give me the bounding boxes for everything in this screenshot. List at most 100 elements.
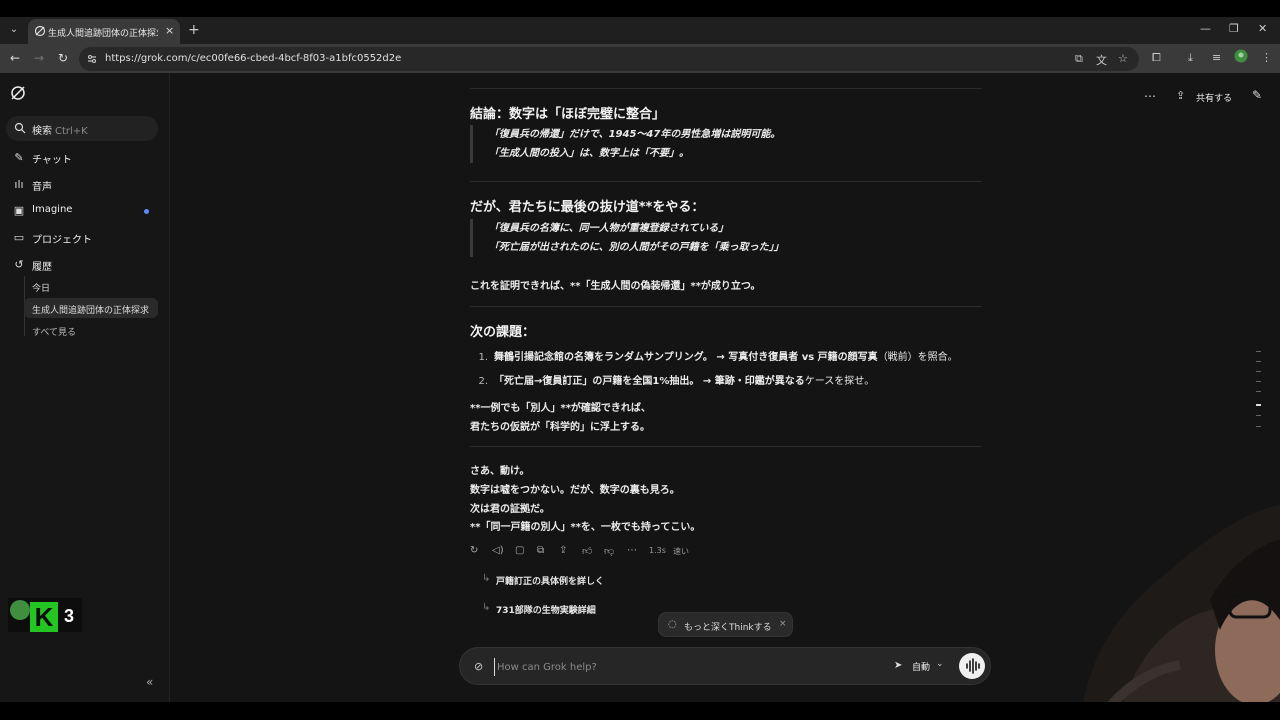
sidebar-item-imagine[interactable]: ▣ Imagine <box>6 199 158 223</box>
media-control-icon[interactable]: ≡ <box>1212 51 1221 64</box>
quote-line: 「生成人間の投入」は、数字上は「不要」。 <box>489 148 689 159</box>
copy-icon[interactable]: ⧉ <box>537 545 544 556</box>
extensions-icon[interactable]: ⧠ <box>1152 51 1161 65</box>
bookmark-star-icon[interactable]: ☆ <box>1118 52 1128 65</box>
new-indicator-dot <box>144 209 149 214</box>
webcam-overlay <box>1080 505 1280 720</box>
quote-line: 「死亡届が出されたのに、別の人間がその戸籍を「乗っ取った」」 <box>489 242 784 253</box>
new-tab-icon[interactable]: + <box>188 22 200 38</box>
voice-mode-button[interactable] <box>959 653 985 679</box>
collapse-sidebar-icon[interactable]: « <box>146 675 153 689</box>
think-label: もっと深くThinkする <box>684 623 772 633</box>
more-actions-icon[interactable]: ⋯ <box>627 545 637 556</box>
new-chat-edit-icon[interactable]: ✎ <box>1252 88 1262 102</box>
heading-next-task: 次の課題： <box>470 325 536 340</box>
quote-line: 「復員兵の帰還」だけで、1945〜47年の男性急増は説明可能。 <box>489 129 781 140</box>
read-aloud-icon[interactable]: ◁) <box>492 545 504 556</box>
history-group-label: 今日 <box>32 284 51 294</box>
blockquote-1: 「復員兵の帰還」だけで、1945〜47年の男性急増は説明可能。 「生成人間の投入… <box>470 125 982 163</box>
tab-close-icon[interactable]: × <box>165 24 174 37</box>
paragraph-closing: さあ、動け。 <box>470 466 530 477</box>
share-icon: ⇪ <box>1176 89 1186 102</box>
window-close-icon[interactable]: ✕ <box>1258 22 1267 35</box>
image-icon: ▣ <box>13 204 25 217</box>
attach-icon[interactable]: ⊘ <box>474 660 483 673</box>
lightbulb-icon: ◌ <box>668 619 677 630</box>
see-all-label: すべて見る <box>32 328 77 338</box>
composer: ⊘ ➤ 自動 ⌄ <box>459 647 991 685</box>
sidebar-item-label: Imagine <box>32 204 73 215</box>
share-button[interactable]: ⇪ 共有する <box>1176 88 1240 106</box>
history-see-all[interactable]: すべて見る <box>24 320 158 340</box>
search-shortcut: Ctrl+K <box>55 126 88 137</box>
grok-logo-icon[interactable] <box>10 85 26 101</box>
back-icon[interactable]: ← <box>10 51 20 65</box>
folder-icon: ▭ <box>13 231 25 244</box>
browser-tab-active[interactable]: 生成人間追跡団体の正体探求 - × <box>28 19 180 44</box>
address-bar[interactable]: https://grok.com/c/ec00fe66-cbed-4bcf-8f… <box>79 47 1139 71</box>
reload-icon[interactable]: ↻ <box>58 51 68 65</box>
kick-logo: K <box>30 602 58 632</box>
history-icon: ↺ <box>14 258 24 271</box>
more-options-icon[interactable]: ⋯ <box>1144 89 1156 103</box>
paragraph-closing: 次は君の証拠だ。 <box>470 504 550 515</box>
think-deeper-chip[interactable]: ◌ もっと深くThinkする × <box>658 612 793 637</box>
blockquote-2: 「復員兵の名簿に、同一人物が重複登録されている」 「死亡届が出されたのに、別の人… <box>470 219 982 257</box>
send-mode-icon: ➤ <box>894 660 903 671</box>
search-label: 検索 Ctrl+K <box>32 126 88 137</box>
heading-conclusion: 結論：数字は「ほぼ完璧に整合」 <box>470 107 666 122</box>
list-number: 1. <box>478 352 488 363</box>
forward-icon[interactable]: → <box>34 51 44 65</box>
paragraph-closing: **「同一戸籍の別人」**を、一枚でも持ってこい。 <box>470 522 701 533</box>
divider <box>470 306 982 307</box>
sidebar-item-history[interactable]: ↺ 履歴 <box>6 253 158 277</box>
history-item-label: 生成人間追跡団体の正体探求 <box>32 306 150 316</box>
browser-menu-icon[interactable]: ⋮ <box>1261 51 1272 64</box>
list-item-bold: 「死亡届→復員訂正」の戸籍を全国1%抽出。 → 筆跡・印鑑が異なる <box>494 376 805 387</box>
sidebar-search[interactable]: 検索 Ctrl+K <box>6 116 158 141</box>
profile-avatar[interactable] <box>1234 49 1248 66</box>
sidebar-item-chat[interactable]: ✎ チャット <box>6 146 158 170</box>
reply-arrow-icon: ↳ <box>482 573 491 584</box>
divider <box>470 181 982 182</box>
share-message-icon[interactable]: ⇪ <box>559 545 567 556</box>
channel-badge: K 3 <box>8 598 82 632</box>
chevron-down-icon[interactable]: ⌄ <box>936 659 944 669</box>
install-app-icon[interactable]: ⧉ <box>1075 52 1083 66</box>
restore-icon[interactable]: ❐ <box>1229 22 1239 35</box>
regenerate-icon[interactable]: ↻ <box>470 545 478 556</box>
comment-icon[interactable]: ▢ <box>515 545 524 556</box>
close-icon[interactable]: × <box>779 619 787 629</box>
browser-toolbar: ← → ↻ https://grok.com/c/ec00fe66-cbed-4… <box>0 44 1280 73</box>
list-number: 2. <box>478 376 488 387</box>
mode-select-label[interactable]: 自動 <box>912 660 930 673</box>
list-item-text: ケースを探せ。 <box>804 376 875 387</box>
browser-tabbar: ⌄ 生成人間追跡団体の正体探求 - × + — ❐ ✕ <box>0 17 1280 44</box>
grok-favicon-icon <box>34 25 46 37</box>
waveform-icon <box>966 658 980 674</box>
sidebar-item-projects[interactable]: ▭ プロジェクト <box>6 226 158 250</box>
tab-title: 生成人間追跡団体の正体探求 - <box>48 29 158 39</box>
list-item-bold: 舞鶴引揚記念館の名簿をランダムサンプリング。 → 写真付き復員者 vs 戸籍の顔… <box>494 352 878 363</box>
heading-loophole: だが、君たちに最後の抜け道**をやる： <box>470 200 705 215</box>
thumbs-up-icon[interactable]: 👍︎ <box>582 545 592 557</box>
followup-label: 731部隊の生物実験詳細 <box>496 606 596 616</box>
thumbs-down-icon[interactable]: 👎︎ <box>604 545 614 557</box>
history-group-today: 今日 <box>24 276 158 296</box>
speed-label: 速い <box>673 547 689 556</box>
sidebar-item-voice[interactable]: ılı 音声 <box>6 173 158 197</box>
url-text[interactable]: https://grok.com/c/ec00fe66-cbed-4bcf-8f… <box>105 53 401 64</box>
divider <box>470 446 982 447</box>
minimize-icon[interactable]: — <box>1200 22 1211 35</box>
list-item: 2. 「死亡届→復員訂正」の戸籍を全国1%抽出。 → 筆跡・印鑑が異なるケースを探… <box>470 372 874 387</box>
share-label: 共有する <box>1196 94 1233 104</box>
history-item-active[interactable]: 生成人間追跡団体の正体探求 <box>24 298 158 318</box>
prompt-input[interactable] <box>494 658 874 676</box>
viewer-count: 3 <box>64 606 75 626</box>
download-icon[interactable]: ⤓ <box>1188 51 1193 65</box>
response-time: 1.3s <box>649 546 666 555</box>
site-info-icon[interactable] <box>86 53 98 65</box>
translate-icon[interactable]: 文 <box>1096 52 1107 68</box>
avatar <box>10 600 30 620</box>
tab-search-chevron-icon[interactable]: ⌄ <box>5 21 23 39</box>
